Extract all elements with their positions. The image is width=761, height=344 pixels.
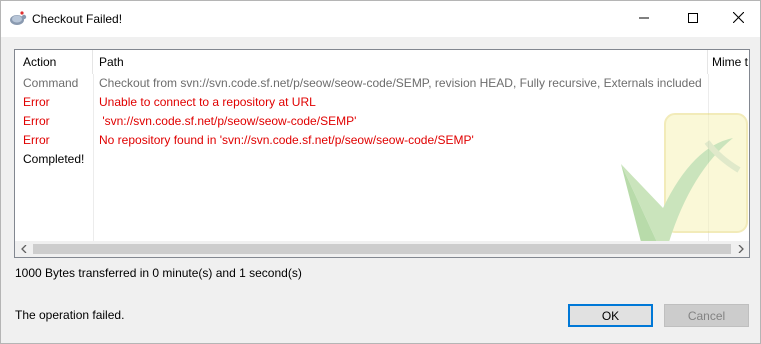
scroll-right-button[interactable] bbox=[732, 241, 749, 257]
scrollbar-thumb[interactable] bbox=[33, 244, 731, 254]
status-message: The operation failed. bbox=[15, 308, 125, 322]
table-row[interactable]: Error 'svn://svn.code.sf.net/p/seow/seow… bbox=[15, 112, 749, 131]
list-header: Action Path Mime t bbox=[15, 50, 749, 74]
row-action: Error bbox=[23, 133, 50, 147]
checkout-failed-dialog: Checkout Failed! Action Path Mime t Comm… bbox=[0, 0, 761, 344]
chevron-left-icon bbox=[20, 242, 27, 256]
maximize-icon bbox=[688, 12, 698, 26]
row-action: Command bbox=[23, 76, 79, 90]
scroll-left-button[interactable] bbox=[15, 241, 32, 257]
row-action: Error bbox=[23, 95, 50, 109]
maximize-button[interactable] bbox=[670, 1, 716, 37]
table-row[interactable]: Command Checkout from svn://svn.code.sf.… bbox=[15, 74, 749, 93]
column-header-action[interactable]: Action bbox=[15, 50, 93, 74]
title-bar[interactable]: Checkout Failed! bbox=[1, 1, 760, 37]
window-title: Checkout Failed! bbox=[32, 12, 123, 26]
action-log-list[interactable]: Action Path Mime t Command Checkout from… bbox=[14, 49, 750, 258]
close-icon bbox=[732, 11, 744, 26]
row-path: Unable to connect to a repository at URL bbox=[99, 95, 316, 109]
cancel-button[interactable]: Cancel bbox=[664, 304, 749, 327]
row-path: Checkout from svn://svn.code.sf.net/p/se… bbox=[99, 76, 702, 90]
column-header-path[interactable]: Path bbox=[93, 50, 708, 74]
tortoisesvn-icon bbox=[9, 11, 27, 27]
table-row[interactable]: Completed! bbox=[15, 150, 749, 169]
chevron-right-icon bbox=[738, 242, 744, 256]
row-path: No repository found in 'svn://svn.code.s… bbox=[99, 133, 474, 147]
row-path: 'svn://svn.code.sf.net/p/seow/seow-code/… bbox=[99, 114, 357, 128]
log-rows: Command Checkout from svn://svn.code.sf.… bbox=[15, 74, 749, 169]
row-action: Error bbox=[23, 114, 50, 128]
row-action: Completed! bbox=[23, 152, 85, 166]
minimize-button[interactable] bbox=[621, 1, 667, 37]
minimize-icon bbox=[639, 12, 649, 26]
table-row[interactable]: Error No repository found in 'svn://svn.… bbox=[15, 131, 749, 150]
column-header-mime-type[interactable]: Mime t bbox=[708, 50, 749, 74]
horizontal-scrollbar[interactable] bbox=[15, 241, 749, 257]
transfer-info-text: 1000 Bytes transferred in 0 minute(s) an… bbox=[15, 266, 302, 280]
ok-button[interactable]: OK bbox=[568, 304, 653, 327]
close-button[interactable] bbox=[715, 1, 761, 37]
table-row[interactable]: Error Unable to connect to a repository … bbox=[15, 93, 749, 112]
